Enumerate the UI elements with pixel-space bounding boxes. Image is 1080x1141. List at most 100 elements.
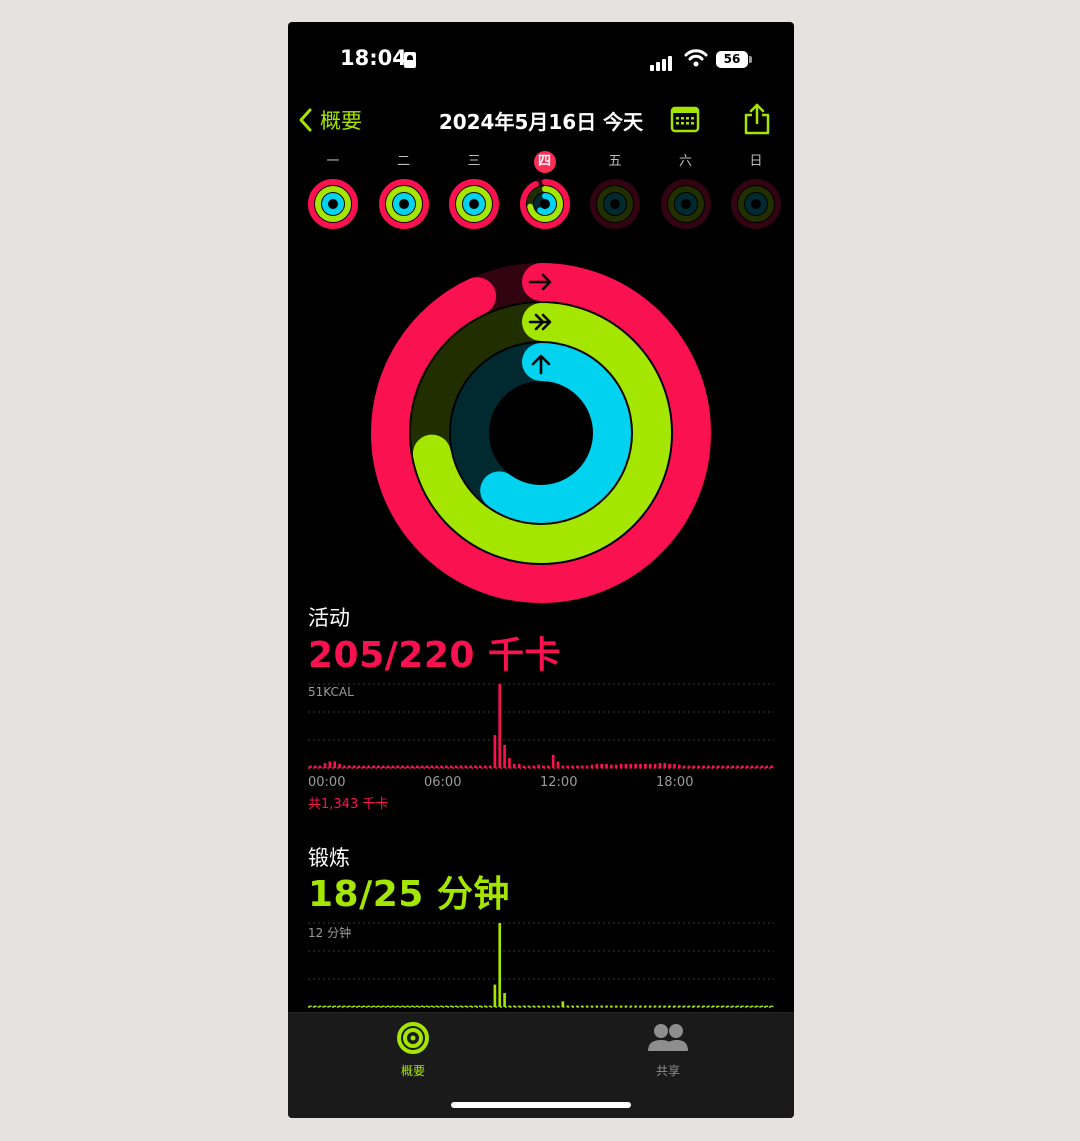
exercise-chart-bar	[702, 1005, 705, 1007]
exercise-chart-bar	[673, 1005, 676, 1007]
exercise-chart-bar	[362, 1005, 366, 1007]
move-chart-bar	[571, 765, 574, 768]
day-rings[interactable]	[518, 177, 572, 231]
exercise-chart-bar	[343, 1005, 346, 1007]
move-chart-bar	[736, 765, 739, 768]
move-chart-bar	[347, 765, 351, 768]
exercise-chart-bar	[663, 1005, 667, 1007]
move-chart-bar	[658, 763, 662, 768]
exercise-chart-bar	[469, 1005, 472, 1007]
wifi-icon	[684, 49, 708, 67]
move-chart-bar	[352, 765, 356, 768]
day-stand-ring-track	[674, 193, 697, 215]
exercise-chart-bar	[401, 1005, 404, 1007]
move-chart-bar	[508, 758, 511, 768]
move-chart-bar	[673, 763, 676, 768]
day-label[interactable]: 五	[600, 152, 630, 171]
exercise-chart-bar	[372, 1005, 375, 1007]
move-chart-bar	[328, 761, 332, 768]
tab-sharing[interactable]: 共享	[638, 1021, 698, 1079]
exercise-chart-bar	[527, 1005, 531, 1007]
move-chart-bar	[343, 765, 346, 768]
move-chart-bar	[610, 764, 613, 768]
move-chart-bar	[493, 735, 497, 768]
exercise-chart-bar	[537, 1005, 540, 1007]
move-chart-bar	[323, 763, 327, 768]
exercise-chart-bar	[411, 1005, 414, 1007]
move-total: 共1,343 千卡	[308, 797, 389, 812]
move-chart-bar	[653, 763, 657, 768]
exercise-chart-bar	[561, 1001, 565, 1007]
move-chart-bar	[488, 765, 492, 768]
move-chart-bar	[546, 765, 550, 768]
exercise-chart-bar	[313, 1005, 317, 1007]
move-chart-bar	[692, 765, 696, 768]
exercise-chart-bar	[425, 1005, 429, 1007]
calendar-icon[interactable]	[670, 106, 700, 134]
day-rings[interactable]	[659, 177, 713, 231]
focus-badge-icon	[404, 52, 416, 68]
day-rings[interactable]	[588, 177, 642, 231]
tab-summary[interactable]: 概要	[383, 1021, 443, 1079]
activity-rings	[371, 263, 711, 603]
move-chart-bar	[318, 765, 322, 768]
exercise-chart-bar	[318, 1005, 322, 1007]
move-chart-bar	[561, 765, 565, 768]
day-label[interactable]: 四	[533, 151, 556, 173]
move-chart-bar	[440, 765, 443, 768]
move-chart-bar	[498, 684, 502, 768]
page-title: 2024年5月16日 今天	[438, 110, 644, 134]
share-icon[interactable]	[742, 102, 772, 136]
exercise-chart-bar	[386, 1005, 390, 1007]
exercise-chart-bar	[498, 923, 502, 1007]
move-chart-bar	[595, 763, 599, 768]
day-label[interactable]: 六	[671, 152, 701, 171]
move-chart-bar	[391, 765, 395, 768]
exercise-chart-bar	[711, 1005, 715, 1007]
exercise-chart-bar	[629, 1005, 633, 1007]
exercise-chart-bar	[605, 1005, 608, 1007]
exercise-chart-bar	[741, 1005, 744, 1007]
move-chart-bar	[309, 765, 312, 768]
exercise-chart-bar	[546, 1005, 550, 1007]
move-chart-bar	[580, 765, 584, 768]
move-chart-bar	[600, 763, 604, 768]
exercise-chart-bar	[522, 1005, 526, 1007]
day-stand-ring-progress	[322, 193, 344, 215]
move-chart-bar	[313, 765, 317, 768]
day-label[interactable]: 二	[389, 152, 419, 171]
move-chart-bar	[396, 765, 400, 768]
move-chart-bar	[532, 765, 536, 768]
exercise-chart-bar	[440, 1005, 443, 1007]
exercise-chart-bar	[474, 1005, 477, 1007]
day-label[interactable]: 一	[318, 152, 348, 171]
move-chart-bar	[678, 764, 681, 768]
exercise-chart-bar	[634, 1005, 637, 1007]
move-chart-bar	[726, 765, 730, 768]
tab-sharing-label: 共享	[655, 1064, 680, 1078]
exercise-chart-bar	[571, 1005, 574, 1007]
move-chart-bar	[755, 765, 759, 768]
move-chart-bar	[614, 764, 618, 768]
day-rings[interactable]	[306, 177, 360, 231]
day-stand-ring-track	[745, 193, 767, 215]
move-chart-bar	[668, 763, 671, 768]
move-chart-bar	[430, 765, 434, 768]
day-rings[interactable]	[729, 177, 783, 231]
exercise-chart-bar	[396, 1005, 400, 1007]
day-label[interactable]: 三	[459, 152, 489, 171]
move-chart-bar	[634, 763, 637, 768]
move-chart-bar	[449, 765, 453, 768]
exercise-chart-bar	[517, 1005, 521, 1007]
day-rings[interactable]	[447, 177, 501, 231]
exercise-chart-bar	[682, 1005, 686, 1007]
day-rings[interactable]	[377, 177, 431, 231]
back-button[interactable]: 概要	[296, 104, 362, 136]
day-label[interactable]: 日	[741, 152, 771, 171]
exercise-chart-bar	[493, 984, 497, 1007]
move-chart-bar	[415, 765, 419, 768]
exercise-chart-bar	[745, 1005, 749, 1007]
move-chart-bar	[377, 765, 380, 768]
cellular-signal-icon	[650, 52, 674, 71]
exercise-chart-bar	[585, 1005, 589, 1007]
